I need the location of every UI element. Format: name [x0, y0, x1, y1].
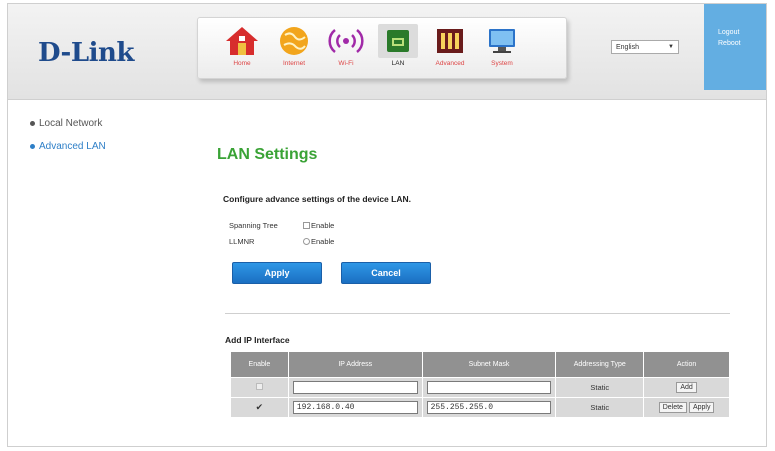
apply-button[interactable]: Apply	[232, 262, 322, 284]
nav-home[interactable]: Home	[216, 18, 268, 78]
ip-address-input[interactable]: 192.168.0.40	[292, 401, 418, 414]
sidebar-item-advanced-lan[interactable]: Advanced LAN	[30, 141, 106, 152]
wifi-icon	[326, 24, 366, 58]
section-divider	[225, 313, 730, 314]
col-action: Action	[643, 351, 730, 378]
page-subtitle: Configure advance settings of the device…	[223, 194, 411, 204]
logout-link[interactable]: Logout	[718, 27, 766, 38]
radio-circle[interactable]	[303, 238, 310, 245]
type-cell: Static	[555, 397, 645, 418]
col-mask: Subnet Mask	[421, 351, 557, 378]
header-bar: D-Link Home Internet Wi-Fi LAN Advanced …	[8, 4, 766, 100]
action-cell: Delete Apply	[643, 397, 730, 418]
table-row: ✔ 192.168.0.40 255.255.255.0 Static Dele…	[230, 397, 730, 418]
bullet-icon	[30, 121, 35, 126]
ip-cell: 192.168.0.40	[287, 397, 423, 418]
nav-wifi[interactable]: Wi-Fi	[320, 18, 372, 78]
nav-system-label: System	[491, 60, 513, 67]
spanning-tree-checkbox[interactable]: Enable	[303, 221, 334, 230]
spanning-tree-label: Spanning Tree	[229, 221, 278, 230]
cancel-button[interactable]: Cancel	[341, 262, 431, 284]
page-title: LAN Settings	[217, 146, 318, 163]
session-panel: Logout Reboot	[704, 4, 766, 90]
llmnr-toggle[interactable]: Enable	[303, 237, 334, 246]
type-cell: Static	[555, 377, 645, 398]
home-icon	[222, 24, 262, 58]
enable-cell: ✔	[230, 397, 289, 418]
mask-cell	[421, 377, 557, 398]
enable-checkbox[interactable]	[255, 383, 263, 390]
sidebar-item-label: Local Network	[39, 118, 103, 129]
enable-cell	[230, 377, 289, 398]
globe-icon	[274, 24, 314, 58]
nav-advanced[interactable]: Advanced	[424, 18, 476, 78]
nav-wifi-label: Wi-Fi	[338, 60, 354, 67]
checkbox-box[interactable]	[303, 222, 310, 229]
delete-button[interactable]: Delete	[658, 402, 687, 413]
reboot-link[interactable]: Reboot	[718, 38, 766, 49]
sidebar-item-label: Advanced LAN	[39, 141, 106, 152]
llmnr-label: LLMNR	[229, 237, 255, 246]
check-icon[interactable]: ✔	[256, 402, 264, 412]
ip-interface-table: Enable IP Address Subnet Mask Addressing…	[230, 351, 730, 418]
section-title: Add IP Interface	[225, 335, 290, 345]
dlink-logo: D-Link	[38, 38, 134, 68]
chevron-down-icon: ▼	[668, 44, 674, 50]
col-enable: Enable	[230, 351, 289, 378]
bullet-icon	[30, 144, 35, 149]
nav-internet[interactable]: Internet	[268, 18, 320, 78]
ip-cell	[287, 377, 423, 398]
top-nav: Home Internet Wi-Fi LAN Advanced System	[197, 17, 567, 79]
subnet-mask-input[interactable]	[426, 381, 552, 394]
nav-system[interactable]: System	[476, 18, 528, 78]
nav-lan[interactable]: LAN	[372, 18, 424, 78]
subnet-mask-input[interactable]: 255.255.255.0	[426, 401, 552, 414]
system-icon	[482, 24, 522, 58]
col-ip: IP Address	[287, 351, 423, 378]
nav-internet-label: Internet	[282, 60, 306, 67]
radio-label: Enable	[311, 237, 335, 246]
language-select[interactable]: English ▼	[611, 40, 679, 54]
add-button[interactable]: Add	[676, 382, 697, 393]
mask-cell: 255.255.255.0	[421, 397, 557, 418]
action-cell: Add	[643, 377, 730, 398]
checkbox-label: Enable	[311, 221, 335, 230]
nav-lan-label: LAN	[391, 60, 405, 67]
lan-icon	[378, 24, 418, 58]
table-header-row: Enable IP Address Subnet Mask Addressing…	[230, 351, 730, 378]
nav-advanced-label: Advanced	[435, 60, 465, 67]
ip-address-input[interactable]	[292, 381, 418, 394]
language-value: English	[616, 43, 639, 51]
col-type: Addressing Type	[555, 351, 645, 378]
table-row: Static Add	[230, 377, 730, 398]
nav-home-label: Home	[233, 60, 251, 67]
row-apply-button[interactable]: Apply	[688, 402, 715, 413]
advanced-icon	[430, 24, 470, 58]
sidebar-item-local-network[interactable]: Local Network	[30, 118, 102, 129]
